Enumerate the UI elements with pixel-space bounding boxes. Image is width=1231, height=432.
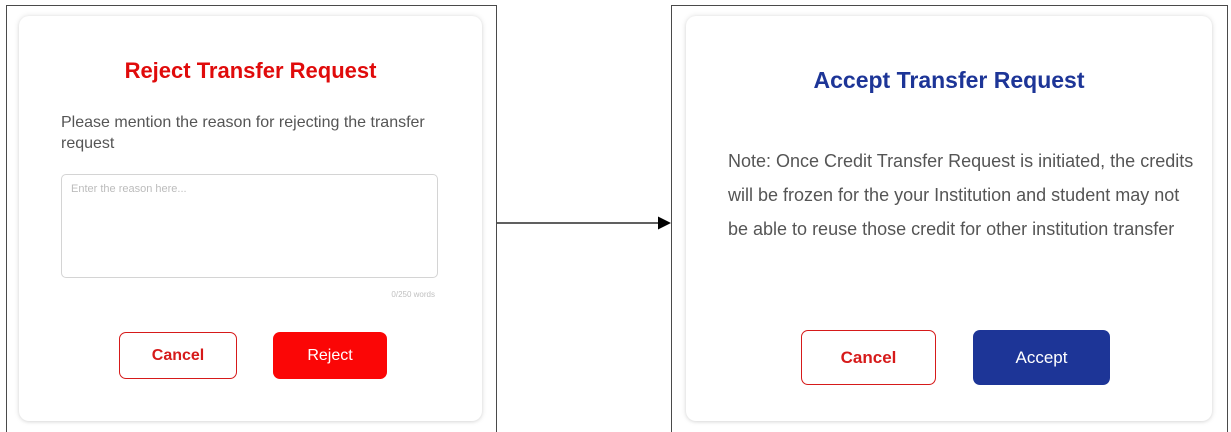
accept-dialog-frame: Accept Transfer Request Note: Once Credi… bbox=[671, 5, 1228, 432]
accept-note: Note: Once Credit Transfer Request is in… bbox=[728, 151, 1194, 239]
cancel-button[interactable]: Cancel bbox=[801, 330, 936, 385]
accept-button[interactable]: Accept bbox=[973, 330, 1110, 385]
arrow-head bbox=[658, 216, 671, 230]
accept-dialog-title: Accept Transfer Request bbox=[813, 67, 1085, 93]
accept-dialog: Accept Transfer Request Note: Once Credi… bbox=[686, 16, 1212, 421]
